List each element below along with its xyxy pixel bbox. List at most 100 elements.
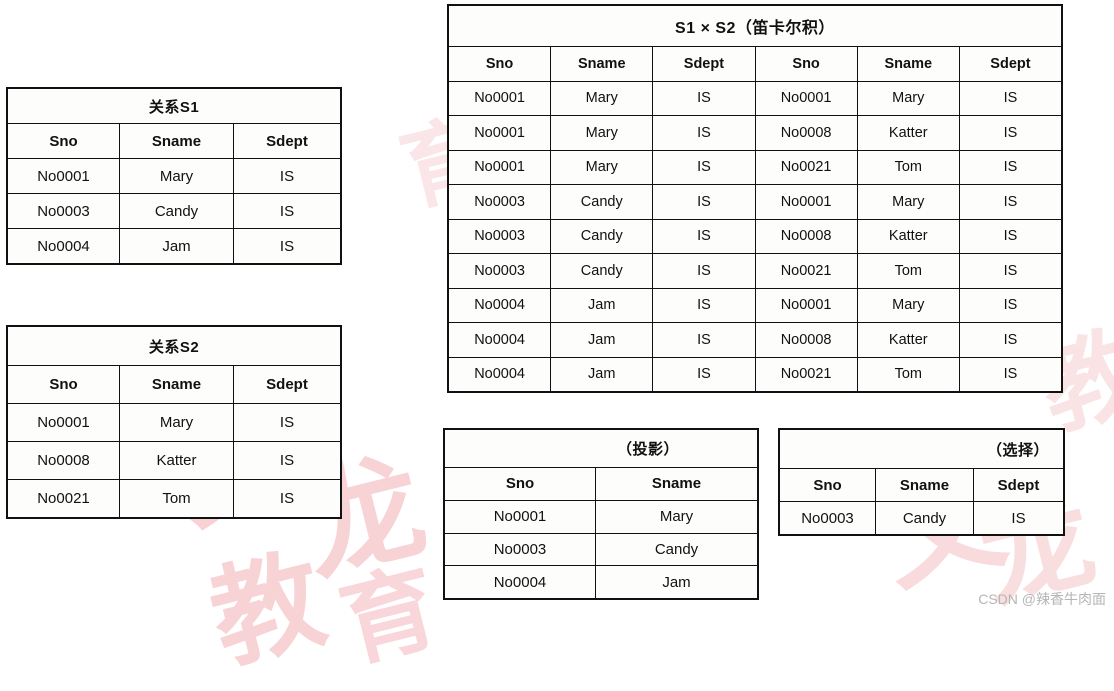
cell-sdept: IS [233,194,340,228]
cell-sno: No0008 [37,452,90,469]
cell-sdept-left: IS [652,219,754,253]
cell-sdept-left: IS [652,254,754,288]
cell-sno-left: No0004 [474,297,525,313]
cell-sname-right: Katter [856,116,959,150]
cell-sno: No0004 [37,237,90,255]
table-row: No0003 Candy IS No0008 Katter IS [449,218,1061,253]
cell-sdept: IS [233,404,340,441]
cell-sno-left: No0004 [474,331,525,348]
cell-sname-right: Tom [856,150,959,184]
projection-title: （投影） [617,441,680,458]
cartesian-product-table: S1 × S2（笛卡尔积） Sno Sname Sdept Sno Sname … [447,4,1063,393]
cell-sno: No0004 [493,573,547,591]
cell-sname-left: Jam [550,357,652,391]
cell-sno: No0003 [801,509,854,527]
cell-sdept-left: IS [652,185,754,219]
cell-sname-right: Mary [856,185,959,219]
cell-sno: No0003 [493,540,547,558]
column-header-sdept-right: Sdept [958,47,1061,81]
cell-sno: No0001 [37,167,90,185]
cell-sname-left: Candy [550,219,652,253]
table-row: No0001 Mary [445,499,757,533]
table-row: No0003 Candy IS No0001 Mary IS [449,184,1061,219]
table-row: No0001 Mary IS No0001 Mary IS [449,80,1061,115]
table-row: No0001 Mary IS [8,158,340,193]
table-row: No0004 Jam IS No0021 Tom IS [449,356,1061,391]
table-row: No0001 Mary IS [8,403,340,441]
cell-sno-left: No0001 [474,90,525,106]
cell-sname-left: Jam [550,323,652,357]
cell-sname: Candy [119,194,233,228]
cell-sdept-left: IS [652,357,754,391]
column-header-sname-left: Sname [550,47,652,81]
cell-sdept-right: IS [958,323,1061,357]
cell-sname: Jam [119,229,233,263]
cell-sno-right: No0001 [754,185,857,219]
cell-sno-left: No0004 [474,366,525,382]
selection-header-row: Sno Sname Sdept [780,468,1063,501]
cell-sdept: IS [233,480,340,517]
relation-s1-table: 关系S1 Sno Sname Sdept No0001 Mary IS No00… [6,87,342,265]
selection-table: （选择） Sno Sname Sdept No0003 Candy IS [778,428,1065,536]
cell-sdept-right: IS [958,254,1061,288]
cell-sname: Mary [595,500,757,533]
table-row: No0004 Jam IS No0008 Katter IS [449,322,1061,357]
table-row: No0003 Candy IS [8,193,340,228]
cell-sdept-left: IS [652,116,754,150]
decorative-watermark-glyph: 育 [330,553,449,680]
cell-sname: Jam [595,566,757,598]
cell-sname-right: Katter [856,323,959,357]
table-row: No0004 Jam IS [8,228,340,263]
column-header-sno: Sno [49,376,78,393]
table-row: No0021 Tom IS [8,479,340,517]
cell-sno-left: No0003 [474,228,525,244]
cell-sno: No0021 [37,490,90,507]
cell-sno-left: No0003 [474,262,525,279]
cell-sno-right: No0021 [754,254,857,288]
cell-sno: No0001 [493,508,547,526]
column-header-sno-left: Sno [485,55,514,72]
table-row: No0003 Candy IS No0021 Tom IS [449,253,1061,288]
cell-sname-right: Mary [856,81,959,115]
table-row: No0004 Jam [445,565,757,598]
cell-sname-left: Candy [550,254,652,288]
cell-sname-left: Mary [550,150,652,184]
cell-sno-right: No0008 [754,323,857,357]
table-row: No0004 Jam IS No0001 Mary IS [449,287,1061,322]
column-header-sno: Sno [505,475,535,493]
selection-title: （选择） [986,441,1049,459]
cell-sdept-right: IS [958,357,1061,391]
cell-sname-right: Tom [856,357,959,391]
cell-sdept-left: IS [652,288,754,322]
cell-sdept: IS [233,442,340,479]
cell-sno-right: No0008 [754,219,857,253]
csdn-credit-watermark: CSDN @辣香牛肉面 [978,591,1106,607]
cell-sdept: IS [233,229,340,263]
column-header-sno: Sno [49,132,78,150]
cell-sno: No0001 [37,414,90,431]
cartesian-product-header-row: Sno Sname Sdept Sno Sname Sdept [449,46,1061,81]
column-header-sname-right: Sname [856,47,959,81]
column-header-sname: Sname [875,469,973,501]
cell-sname-left: Mary [550,81,652,115]
column-header-sname: Sname [119,366,233,403]
cell-sname: Mary [119,159,233,193]
cell-sdept-left: IS [652,81,754,115]
relation-s1-header-row: Sno Sname Sdept [8,123,340,158]
cell-sname-right: Mary [856,288,959,322]
cell-sname: Candy [595,533,757,566]
decorative-watermark-glyph: 教 [199,538,336,684]
cell-sdept-right: IS [958,219,1061,253]
column-header-sname: Sname [595,468,757,500]
cell-sname-right: Tom [856,254,959,288]
cell-sno-right: No0021 [754,357,857,391]
cell-sname: Mary [119,404,233,441]
column-header-sno-right: Sno [754,47,857,81]
column-header-sdept: Sdept [973,469,1063,501]
table-row: No0003 Candy IS [780,501,1063,534]
table-row: No0008 Katter IS [8,441,340,479]
cell-sdept-right: IS [958,81,1061,115]
cell-sdept-left: IS [652,150,754,184]
cell-sno-right: No0001 [754,288,857,322]
cartesian-product-title: S1 × S2（笛卡尔积） [675,20,835,37]
